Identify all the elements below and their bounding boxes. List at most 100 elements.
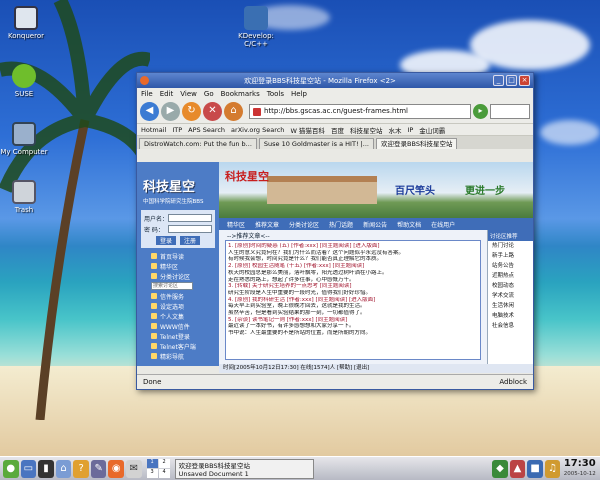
navigation-toolbar: ◀ ▶ ↻ ✕ ⌂ http://bbs.gscas.ac.cn/guest-f… — [137, 100, 533, 124]
board-search-input[interactable]: 搜索讨论区 — [151, 282, 193, 290]
left-menu-item[interactable]: Telnet客户端 — [137, 341, 219, 351]
post-title[interactable]: 5. [杂谈] 读书笔记一则 [作者:xxx] [同主题阅读] — [228, 317, 478, 324]
bbs-nav-item[interactable]: 分类讨论区 — [289, 220, 319, 229]
side-link[interactable]: 生活休闲 — [488, 301, 533, 311]
close-button[interactable]: × — [519, 75, 530, 86]
tray-icon[interactable]: ■ — [527, 459, 543, 478]
reload-button[interactable]: ↻ — [182, 102, 201, 121]
bookmark-item[interactable]: IP — [407, 126, 413, 134]
password-input[interactable] — [168, 225, 212, 233]
firefox-icon[interactable]: ◉ — [108, 459, 125, 478]
bookmark-item[interactable]: ITP — [172, 126, 182, 134]
login-button[interactable]: 登录 — [155, 236, 176, 245]
taskbar-firefox[interactable]: 欢迎登录BBS科技星空站 — [179, 460, 311, 470]
bookmark-item[interactable]: 百度 — [331, 125, 344, 135]
menu-tools[interactable]: Tools — [267, 90, 284, 98]
bbs-nav-item[interactable]: 新闻公告 — [363, 220, 387, 229]
kde-menu-icon[interactable]: ● — [3, 459, 19, 478]
register-button[interactable]: 注册 — [180, 236, 201, 245]
stop-button[interactable]: ✕ — [203, 102, 222, 121]
username-input[interactable] — [168, 214, 212, 222]
left-menu-item[interactable]: 精华区 — [137, 261, 219, 271]
menu-help[interactable]: Help — [291, 90, 307, 98]
folder-icon — [151, 253, 157, 259]
left-menu-item[interactable]: 个人文集 — [137, 311, 219, 321]
desktop-icon[interactable]: ▭ — [20, 459, 37, 478]
side-link[interactable]: 新手上路 — [488, 251, 533, 261]
home-button[interactable]: ⌂ — [224, 102, 243, 121]
side-link[interactable]: 社会信息 — [488, 321, 533, 331]
left-menu-item[interactable]: Telnet登录 — [137, 331, 219, 341]
menu-bookmarks[interactable]: Bookmarks — [221, 90, 260, 98]
left-menu-item[interactable]: 首页导读 — [137, 251, 219, 261]
go-button[interactable]: ▸ — [473, 104, 488, 119]
menu-edit[interactable]: Edit — [160, 90, 174, 98]
post-title[interactable]: 4. [原创] 我的科研生活 [作者:xxx] [同主题阅读] [进入版面] — [228, 297, 478, 304]
search-input[interactable] — [490, 104, 530, 119]
suse-desktop-icon[interactable]: SUSE — [0, 64, 54, 98]
bookmark-item[interactable]: 科技星空站 — [350, 125, 383, 135]
taskbar-editor[interactable]: Unsaved Document 1 — [179, 470, 311, 478]
tab-suse[interactable]: Suse 10 Goldmaster is a HIT! |... — [258, 138, 375, 149]
left-menu-item[interactable]: 信件服务 — [137, 291, 219, 301]
menu-view[interactable]: View — [180, 90, 197, 98]
bookmark-item[interactable]: APS Search — [188, 126, 225, 134]
post-title[interactable]: 1. [原创]时间的疑惑 (五) [作者:xxx] [同主题阅读] [进入版面] — [228, 243, 478, 250]
tab-bbs[interactable]: 欢迎登录BBS科技星空站 — [376, 138, 458, 149]
editor-icon[interactable]: ✎ — [90, 459, 107, 478]
bbs-nav-item[interactable]: 精华区 — [227, 220, 245, 229]
board-search-item[interactable]: 搜索讨论区 — [137, 281, 219, 291]
forward-button[interactable]: ▶ — [161, 102, 180, 121]
home-icon[interactable]: ⌂ — [55, 459, 72, 478]
bookmark-item[interactable]: Hotmail — [141, 126, 166, 134]
adblock-button[interactable]: Adblock — [499, 378, 527, 386]
pager-desktop-4[interactable]: 4 — [158, 469, 170, 478]
side-link[interactable]: 近期热点 — [488, 271, 533, 281]
help-icon[interactable]: ? — [73, 459, 89, 478]
my-computer-desktop-icon[interactable]: My Computer — [0, 122, 54, 156]
bbs-nav-item[interactable]: 帮助文档 — [397, 220, 421, 229]
bbs-nav-item[interactable]: 热门话题 — [329, 220, 353, 229]
left-menu-item[interactable]: 分类讨论区 — [137, 271, 219, 281]
left-menu-item[interactable]: 设定选项 — [137, 301, 219, 311]
mail-icon — [151, 293, 157, 299]
post-title[interactable]: 2. [原创] 校园生活随笔 (十五) [作者:xxx] [同主题阅读] — [228, 263, 478, 270]
post-title[interactable]: 3. [转载] 关于研究生培养的一点思考 [同主题阅读] — [228, 283, 478, 290]
side-header: 讨论区推荐 — [488, 230, 533, 241]
tab-distrowatch[interactable]: DistroWatch.com: Put the fun b... — [139, 138, 257, 149]
konqueror-desktop-icon[interactable]: Konqueror — [0, 6, 56, 40]
left-menu-item[interactable]: 精彩导航 — [137, 351, 219, 361]
pager-desktop-1[interactable]: 1 — [146, 459, 158, 468]
bookmark-item[interactable]: W 猫猫百科 — [290, 125, 325, 135]
left-menu-item[interactable]: WWW信件 — [137, 321, 219, 331]
bbs-nav-item[interactable]: 推荐文章 — [255, 220, 279, 229]
tray-icon[interactable]: ▲ — [509, 459, 526, 478]
bbs-nav-item[interactable]: 在线用户 — [431, 220, 455, 229]
tray-icon[interactable]: ◆ — [492, 459, 508, 478]
back-button[interactable]: ◀ — [140, 102, 159, 121]
side-link[interactable]: 校园动态 — [488, 281, 533, 291]
side-link[interactable]: 热门讨论 — [488, 241, 533, 251]
pager-desktop-2[interactable]: 2 — [158, 459, 170, 468]
clock[interactable]: 17:30 2005-10-12 — [562, 458, 597, 479]
menu-file[interactable]: File — [141, 90, 153, 98]
banner-slogan: 科技星空 — [225, 170, 269, 183]
side-link[interactable]: 学术交流 — [488, 291, 533, 301]
status-text: Done — [143, 378, 162, 386]
side-link[interactable]: 电脑技术 — [488, 311, 533, 321]
terminal-icon[interactable]: ▮ — [38, 459, 54, 478]
window-titlebar[interactable]: 欢迎登录BBS科技星空站 - Mozilla Firefox <2> _ □ × — [137, 73, 533, 88]
bookmark-item[interactable]: 水木 — [388, 125, 401, 135]
kdevelop-desktop-icon[interactable]: KDevelop: C/C++ — [226, 6, 286, 48]
minimize-button[interactable]: _ — [493, 75, 504, 86]
mail-icon[interactable]: ✉ — [126, 459, 142, 478]
menu-go[interactable]: Go — [204, 90, 214, 98]
pager-desktop-3[interactable]: 3 — [146, 469, 158, 478]
bookmark-item[interactable]: arXiv.org Search — [231, 126, 284, 134]
tray-icon[interactable]: ♫ — [544, 459, 561, 478]
url-bar[interactable]: http://bbs.gscas.ac.cn/guest-frames.html — [249, 104, 471, 119]
trash-desktop-icon[interactable]: Trash — [0, 180, 54, 214]
side-link[interactable]: 站务公告 — [488, 261, 533, 271]
maximize-button[interactable]: □ — [506, 75, 517, 86]
bookmark-item[interactable]: 金山词霸 — [419, 125, 445, 135]
